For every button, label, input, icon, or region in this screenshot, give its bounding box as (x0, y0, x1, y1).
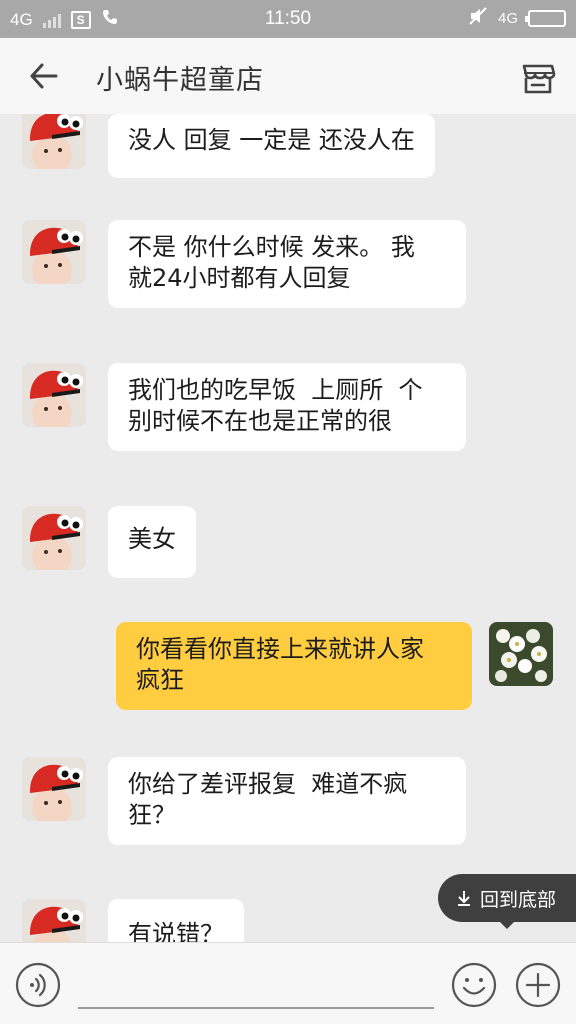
message-input[interactable] (78, 963, 434, 1009)
message-bubble[interactable]: 你给了差评报复 难道不疯 狂？ (108, 757, 466, 845)
arrow-down-icon (458, 891, 470, 906)
battery-icon (525, 10, 566, 27)
user-avatar[interactable] (489, 622, 553, 686)
shop-avatar[interactable] (22, 114, 86, 169)
emoji-button[interactable] (450, 961, 498, 1009)
shop-avatar[interactable] (22, 899, 86, 942)
status-bar: 4G S 11:50 4G (0, 0, 576, 38)
more-actions-button[interactable] (514, 961, 562, 1009)
shop-avatar[interactable] (22, 220, 86, 284)
status-right: 4G (468, 6, 566, 31)
back-to-bottom-label: 回到底部 (480, 888, 557, 911)
chat-message-list[interactable]: 没人 回复 一定是 还没人在 不是 你什么时候 发来。 我 就24小时都有人回复… (0, 114, 576, 942)
message-bubble[interactable]: 没人 回复 一定是 还没人在 (108, 114, 435, 178)
voice-icon (15, 962, 61, 1008)
store-icon (522, 64, 556, 94)
shop-avatar[interactable] (22, 757, 86, 821)
message-bubble[interactable]: 你看看你直接上来就讲人家 疯狂 (116, 622, 472, 710)
chat-header: 小蜗牛超童店 (0, 38, 576, 114)
back-to-bottom-button[interactable]: 回到底部 (438, 874, 576, 929)
message-bubble[interactable]: 美女 (108, 506, 196, 578)
network-type-right: 4G (497, 9, 518, 27)
shop-avatar[interactable] (22, 363, 86, 427)
message-bubble[interactable]: 我们也的吃早饭 上厕所 个 别时候不在也是正常的很 (108, 363, 466, 451)
arrow-left-icon (30, 63, 58, 89)
voice-button[interactable] (14, 961, 62, 1009)
shop-avatar[interactable] (22, 506, 86, 570)
message-bubble[interactable]: 有说错？ (108, 899, 244, 942)
store-button[interactable] (518, 58, 558, 98)
message-input-bar (0, 942, 576, 1024)
smile-icon (451, 962, 497, 1008)
page-title: 小蜗牛超童店 (96, 65, 264, 96)
plus-icon (515, 962, 561, 1008)
back-button[interactable] (24, 56, 64, 96)
mute-icon (468, 6, 488, 31)
message-bubble[interactable]: 不是 你什么时候 发来。 我 就24小时都有人回复 (108, 220, 466, 308)
